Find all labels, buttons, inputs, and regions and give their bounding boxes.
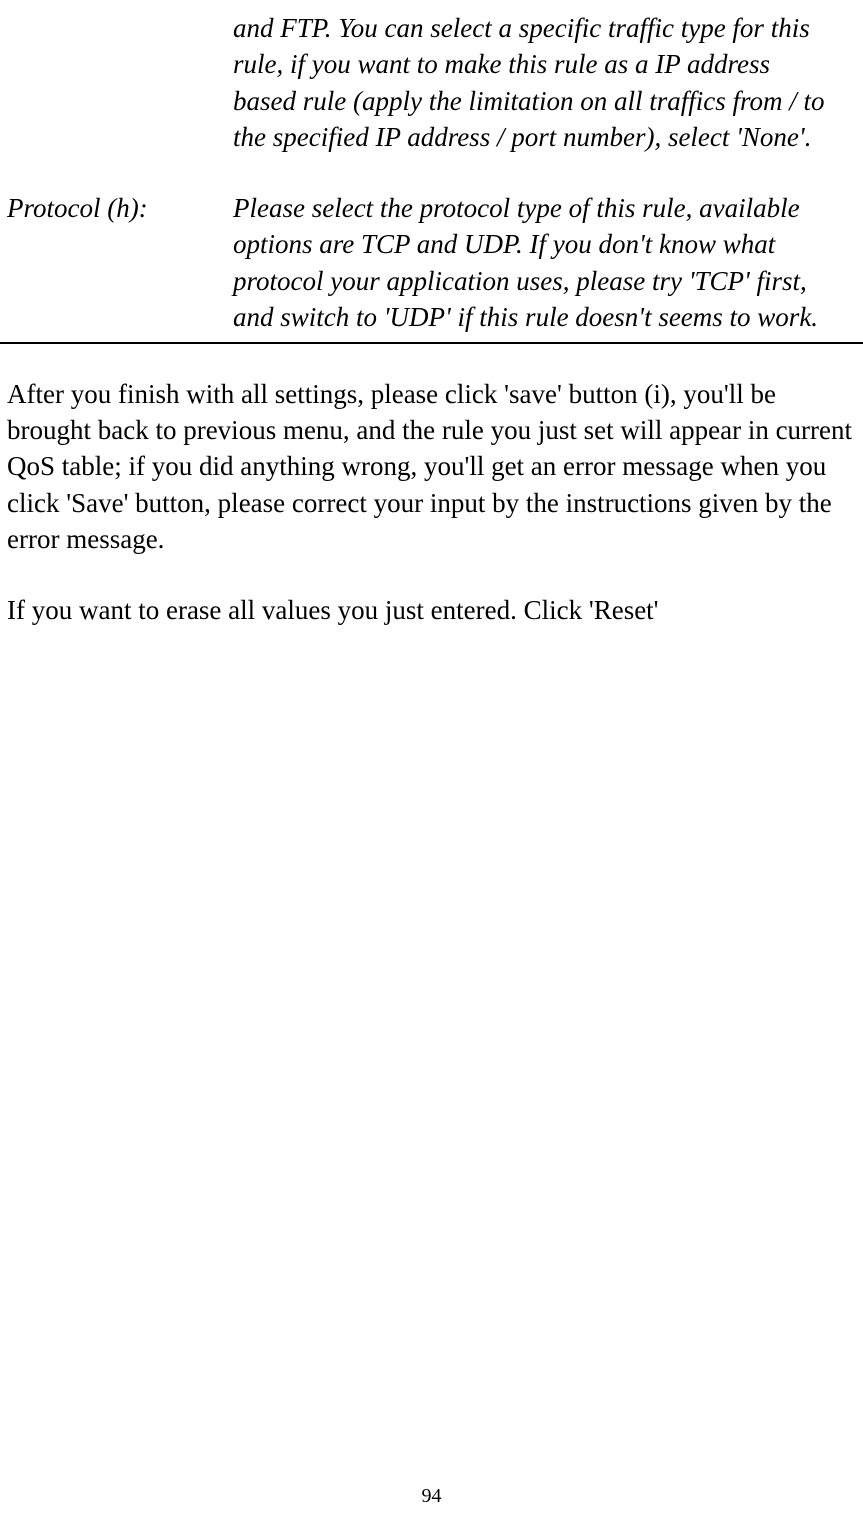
- section-divider: [0, 342, 863, 344]
- traffic-type-description-continued: and FTP. You can select a specific traff…: [0, 10, 863, 156]
- save-instructions-paragraph: After you finish with all settings, plea…: [0, 376, 863, 558]
- page-number: 94: [0, 1485, 863, 1508]
- protocol-description: Please select the protocol type of this …: [233, 190, 863, 336]
- reset-instructions-paragraph: If you want to erase all values you just…: [0, 592, 863, 628]
- protocol-label: Protocol (h):: [0, 190, 233, 336]
